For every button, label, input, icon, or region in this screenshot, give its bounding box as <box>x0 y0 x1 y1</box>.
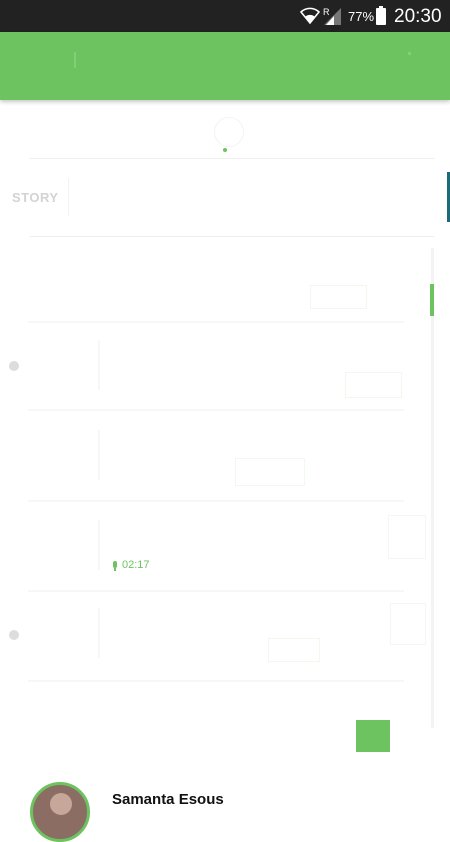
feed-row-ghost <box>388 515 426 559</box>
divider <box>30 236 434 237</box>
tab-separator <box>68 178 69 216</box>
feed-row-ghost <box>268 638 320 662</box>
battery-icon <box>376 6 386 25</box>
divider <box>30 158 434 159</box>
feed-row-ghost <box>98 520 100 570</box>
signal-icon: R <box>322 6 342 31</box>
audio-duration: 02:17 <box>122 559 150 571</box>
floating-action-button[interactable] <box>356 720 390 752</box>
feed-row-ghost <box>235 458 305 486</box>
feed-row-divider <box>28 590 404 592</box>
feed-item-marker <box>9 630 19 640</box>
feed-row-ghost <box>98 340 100 390</box>
feed-row-divider <box>28 321 404 323</box>
loading-spinner-icon <box>214 117 244 147</box>
feed-item-marker <box>9 361 19 371</box>
avatar-face <box>50 793 72 815</box>
scrollbar-thumb[interactable] <box>430 284 434 316</box>
status-bar: R 77% 20:30 <box>0 0 450 32</box>
feed-row-divider <box>28 680 404 682</box>
feed-row-divider <box>28 500 404 502</box>
tab-story[interactable]: STORY <box>12 190 59 205</box>
feed-row-divider <box>28 409 404 411</box>
scrollbar-track[interactable] <box>431 248 434 728</box>
feed-row-ghost <box>98 608 100 658</box>
microphone-icon <box>113 561 117 571</box>
app-bar-ghost-mark <box>408 52 411 55</box>
loading-indicator-dot <box>223 148 227 152</box>
feed-row-ghost <box>390 603 426 645</box>
app-bar <box>0 32 450 100</box>
avatar[interactable] <box>30 782 90 842</box>
feed-row-ghost <box>98 430 100 480</box>
feed-row-ghost <box>310 285 367 309</box>
svg-text:R: R <box>323 7 330 17</box>
wifi-icon <box>299 7 321 30</box>
status-clock: 20:30 <box>394 6 442 27</box>
app-bar-ghost-mark <box>74 52 76 68</box>
feed-row-ghost <box>345 372 402 398</box>
audio-duration-badge: 02:17 <box>113 559 150 571</box>
battery-percentage: 77% <box>348 9 375 24</box>
